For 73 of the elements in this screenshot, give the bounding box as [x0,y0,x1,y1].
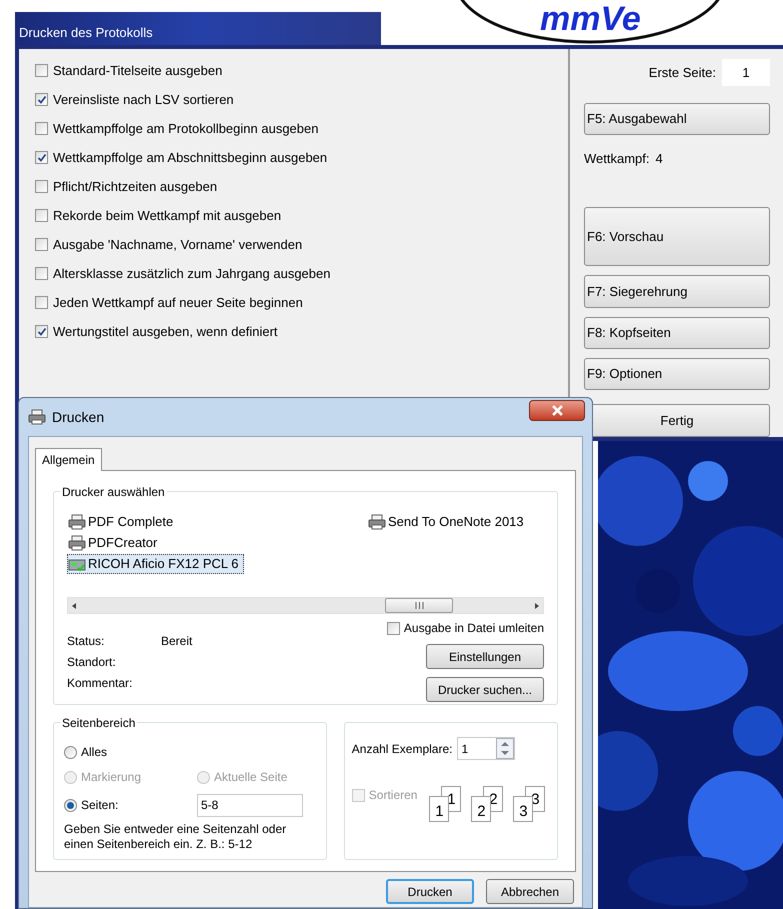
info-label: Wettkampf: [584,150,650,168]
checkbox[interactable] [35,209,48,222]
sidebar-button[interactable]: F7: Siegerehrung [584,275,770,308]
printer-button[interactable]: Drucker suchen... [426,677,544,702]
checkbox[interactable] [35,151,48,164]
checkbox-label: Rekorde beim Wettkampf mit ausgeben [53,206,282,225]
status-label: Kommentar: [67,675,134,690]
checkbox-label: Jeden Wettkampf auf neuer Seite beginnen [53,294,303,312]
sidebar-button[interactable]: F6: Vorschau [584,206,770,266]
close-icon [552,405,562,416]
checkbox-label: Vereinsliste nach LSV sortieren [53,90,234,109]
checkbox-label: Ausgabe 'Nachname, Vorname' verwenden [53,236,302,254]
radio-label: Alles [81,744,108,761]
dialog-title: Drucken [52,408,104,426]
scroll-thumb[interactable] [385,598,453,613]
checkbox-label: Pflicht/Richtzeiten ausgeben [53,178,218,196]
scroll-right-icon [535,602,539,608]
copies-spinner[interactable]: 1 [457,737,516,760]
checkbox[interactable] [35,64,48,77]
printer-icon [68,514,86,530]
dialog-button[interactable]: Abbrechen [486,879,574,904]
printer-icon [368,514,386,530]
field-label: Anzahl Exemplare: [352,740,452,758]
printer-item[interactable]: RICOH Aficio FX12 PCL 6 [67,554,244,574]
sidebar-button[interactable]: F8: Kopfseiten [584,316,770,349]
sidebar-button[interactable]: F9: Optionen [584,358,770,390]
checkbox[interactable] [386,622,400,634]
window-title: Drucken des Protokolls [19,24,153,42]
checkbox-label: Sortieren [368,787,418,804]
spinner-arrows-icon [496,738,514,759]
checkbox-label: Wettkampffolge am Abschnittsbeginn ausgeben [53,148,328,167]
radio-label: Markierung [81,769,142,786]
checkbox-label: Wettkampffolge am Protokollbeginn ausgeben [53,120,318,138]
radio-label: Seiten: [81,797,118,814]
checkbox[interactable] [35,180,48,193]
checkbox[interactable] [35,267,48,280]
sidebar-button[interactable]: F5: Ausgabewahl [584,103,770,136]
radio-label: Aktuelle Seite [214,769,288,786]
hint-text: Geben Sie entweder eine Seitenzahl oder einen Seitenbereich ein. Z. B.: 5-12 [64,822,288,852]
horizontal-scrollbar[interactable] [67,597,544,614]
page-icon: 3 [513,796,534,822]
pages-input[interactable]: 5-8 [197,794,303,816]
checkbox-label: Ausgabe in Datei umleiten [404,620,544,637]
field-label: Erste Seite: [648,64,716,82]
printer-item[interactable]: Send To OneNote 2013 [367,512,529,532]
checkbox[interactable] [35,93,48,106]
printer-item[interactable]: PDF Complete [67,512,178,532]
printer-icon [68,535,86,551]
grip-icon [414,602,424,609]
status-label: Status: [67,633,106,648]
printer-button[interactable]: Einstellungen [426,644,544,669]
status-value: Bereit [161,633,192,648]
checkbox-label: Altersklasse zusätzlich zum Jahrgang ausgeben [53,264,330,283]
logo-text: mmVe [540,2,641,36]
checkbox[interactable] [35,325,48,338]
checkbox[interactable] [35,296,48,309]
page-input[interactable]: 1 [722,59,770,86]
printer-item[interactable]: PDFCreator [67,533,162,553]
page-icon: 1 [429,796,450,822]
dialog-button[interactable]: Drucken [386,879,474,904]
close-button[interactable] [529,400,585,421]
page-icon: 2 [471,796,492,822]
radio-button[interactable] [64,746,77,758]
checkbox-label: Wertungstitel ausgeben, wenn definiert [53,322,278,341]
info-value: 4 [656,150,663,168]
checkbox[interactable] [35,122,48,135]
checkbox[interactable] [35,238,48,251]
checkbox-label: Standard-Titelseite ausgeben [53,62,222,80]
radio-button[interactable] [64,798,77,812]
scroll-left-icon [72,602,76,608]
printer-icon [28,409,46,425]
status-label: Standort: [67,654,117,669]
tab[interactable]: Allgemein [35,448,102,471]
